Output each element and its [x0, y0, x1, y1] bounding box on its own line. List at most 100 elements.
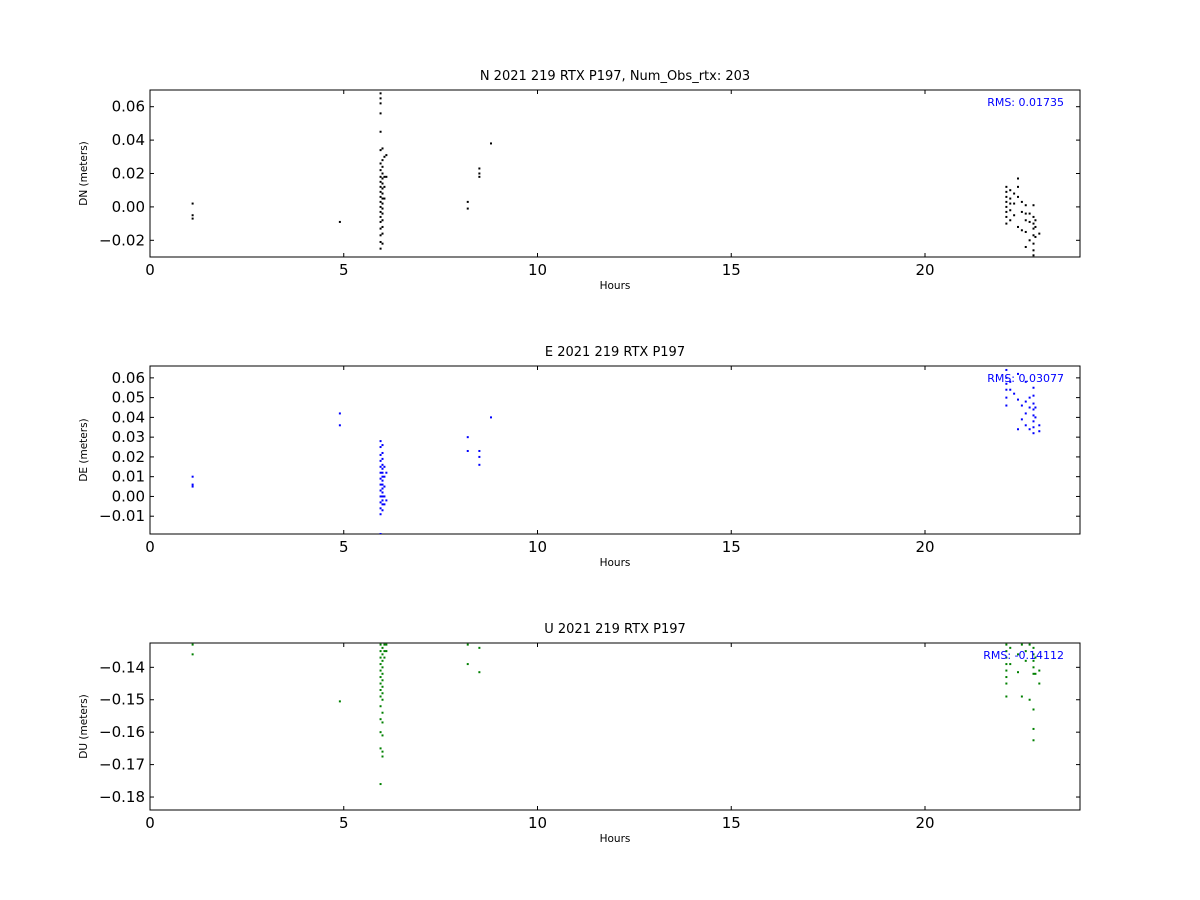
data-point — [490, 416, 492, 419]
data-point — [1005, 669, 1008, 672]
y-tick-label: 0.05 — [112, 389, 145, 407]
data-point — [379, 682, 382, 685]
data-point — [385, 650, 388, 653]
data-point — [381, 207, 384, 210]
data-point — [1032, 204, 1035, 207]
data-point — [1005, 682, 1008, 685]
x-tick-label: 20 — [915, 261, 934, 279]
data-point — [1034, 219, 1037, 222]
data-point — [381, 734, 384, 737]
data-point — [385, 154, 388, 157]
data-point — [1005, 222, 1008, 225]
data-point — [381, 495, 384, 498]
data-point — [1017, 428, 1019, 431]
data-point — [381, 242, 384, 245]
data-point — [383, 155, 386, 158]
data-point — [379, 227, 382, 230]
data-point — [381, 177, 384, 180]
data-point — [1034, 225, 1037, 228]
y-tick-label: 0.06 — [112, 98, 145, 116]
chart-title-u: U 2021 219 RTX P197 — [544, 622, 686, 637]
data-point — [1020, 418, 1023, 421]
data-point — [1038, 232, 1041, 235]
data-point — [381, 499, 384, 502]
x-tick-label: 10 — [528, 261, 547, 279]
data-point — [379, 695, 382, 698]
data-point — [1028, 643, 1031, 646]
data-point — [466, 663, 469, 666]
y-tick-label: −0.01 — [99, 507, 145, 525]
series-e — [191, 368, 1041, 534]
data-point — [1009, 189, 1012, 192]
x-tick-label: 10 — [528, 814, 547, 832]
data-point — [1005, 663, 1008, 666]
data-point — [381, 232, 384, 235]
data-point — [478, 449, 481, 452]
y-tick-label: 0.01 — [112, 468, 145, 486]
data-point — [1005, 205, 1008, 208]
data-point — [381, 503, 384, 506]
data-point — [381, 659, 384, 662]
data-point — [379, 102, 382, 105]
data-point — [381, 666, 384, 669]
data-point — [1017, 671, 1019, 674]
data-point — [1017, 398, 1019, 401]
data-point — [1005, 190, 1008, 193]
data-point — [191, 202, 194, 205]
data-point — [379, 190, 382, 193]
data-point — [381, 187, 384, 190]
series-n — [191, 92, 1041, 257]
data-point — [191, 475, 194, 478]
data-point — [379, 783, 382, 786]
data-point — [1028, 220, 1031, 223]
data-point — [1032, 426, 1035, 429]
data-point — [1028, 406, 1031, 409]
data-point — [191, 483, 194, 486]
data-point — [381, 692, 384, 695]
data-point — [383, 175, 386, 178]
data-point — [1028, 239, 1031, 242]
data-point — [381, 457, 384, 460]
data-point — [1032, 672, 1035, 675]
data-point — [379, 643, 382, 646]
rms-annotation-n: RMS: 0.01735 — [987, 96, 1064, 109]
data-point — [1005, 368, 1008, 371]
data-point — [1024, 212, 1027, 215]
figure: 0 5 10 15 20 −0.02 0.00 0.02 0.04 0.06 N 2021 219 … — [78, 69, 1081, 845]
data-point — [381, 755, 384, 758]
data-point — [466, 207, 469, 210]
y-axis-label-e: DE (meters) — [78, 418, 90, 481]
data-point — [379, 495, 382, 498]
x-tick-label: 5 — [339, 538, 349, 556]
data-point — [1009, 197, 1012, 200]
rms-annotation-e: RMS: 0.03077 — [987, 372, 1064, 385]
data-point — [383, 465, 386, 468]
data-point — [379, 210, 382, 213]
data-point — [381, 202, 384, 205]
data-point — [1024, 412, 1027, 415]
y-axis-label-u: DU (meters) — [78, 694, 90, 758]
data-point — [379, 533, 382, 534]
data-point — [379, 489, 382, 492]
data-point — [381, 225, 384, 228]
data-point — [379, 92, 382, 95]
data-point — [1032, 222, 1035, 225]
data-point — [381, 698, 384, 701]
y-tick-label: 0.02 — [112, 448, 145, 466]
data-point — [1017, 177, 1019, 180]
data-point — [478, 175, 481, 178]
x-axis-label-e: Hours — [600, 557, 631, 569]
data-point — [1034, 235, 1037, 238]
data-point — [1038, 682, 1041, 685]
data-point — [1013, 192, 1016, 195]
data-point — [1020, 200, 1023, 203]
data-point — [1017, 195, 1019, 198]
data-point — [1034, 416, 1037, 419]
data-point — [1024, 400, 1027, 403]
data-point — [379, 247, 382, 250]
data-point — [379, 453, 382, 456]
data-point — [1032, 227, 1035, 230]
data-point — [379, 200, 382, 203]
y-tick-label: −0.16 — [99, 723, 145, 741]
plot-frame-e — [149, 365, 1081, 535]
